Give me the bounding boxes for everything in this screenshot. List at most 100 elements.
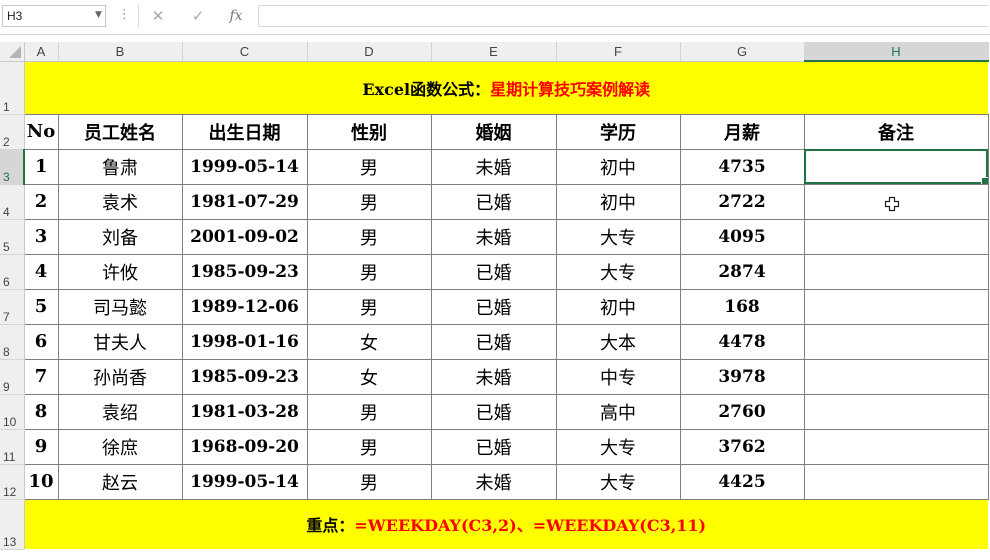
cell-no[interactable]: 6 bbox=[23, 323, 59, 360]
cell-note[interactable] bbox=[803, 253, 989, 290]
column-header-g[interactable]: G bbox=[680, 42, 805, 62]
cell-marital[interactable]: 未婚 bbox=[430, 148, 557, 185]
cell-name[interactable]: 孙尚香 bbox=[57, 358, 183, 395]
cell-gender[interactable]: 男 bbox=[306, 148, 432, 185]
cell-salary[interactable]: 4095 bbox=[679, 218, 805, 255]
column-header-b[interactable]: B bbox=[58, 42, 183, 62]
cell-no[interactable]: 10 bbox=[23, 463, 59, 500]
cell-gender[interactable]: 男 bbox=[306, 393, 432, 430]
cell-name[interactable]: 徐庶 bbox=[57, 428, 183, 465]
cell-gender[interactable]: 男 bbox=[306, 218, 432, 255]
cell-marital[interactable]: 已婚 bbox=[430, 428, 557, 465]
cell-no[interactable]: 1 bbox=[23, 148, 59, 185]
row-header-3[interactable]: 3 bbox=[0, 149, 25, 185]
cell-note[interactable] bbox=[803, 428, 989, 465]
title-cell[interactable]: Excel函数公式：星期计算技巧案例解读 bbox=[24, 61, 988, 115]
cell-salary[interactable]: 4478 bbox=[679, 323, 805, 360]
cell-birth-date[interactable]: 1998-01-16 bbox=[181, 323, 308, 360]
chevron-down-icon[interactable]: ▼ bbox=[95, 10, 102, 20]
cell-no[interactable]: 9 bbox=[23, 428, 59, 465]
cell-birth-date[interactable]: 1981-03-28 bbox=[181, 393, 308, 430]
cell-education[interactable]: 初中 bbox=[555, 148, 681, 185]
cell-marital[interactable]: 未婚 bbox=[430, 463, 557, 500]
cell-gender[interactable]: 男 bbox=[306, 183, 432, 220]
cell-education[interactable]: 大本 bbox=[555, 323, 681, 360]
active-cell-h3[interactable] bbox=[803, 148, 989, 185]
column-header-c[interactable]: C bbox=[182, 42, 308, 62]
row-header-8[interactable]: 8 bbox=[0, 324, 25, 360]
cell-name[interactable]: 许攸 bbox=[57, 253, 183, 290]
row-header-7[interactable]: 7 bbox=[0, 289, 25, 325]
column-header-h[interactable]: H bbox=[804, 42, 989, 62]
formula-input[interactable] bbox=[258, 5, 988, 27]
cell-salary[interactable]: 168 bbox=[679, 288, 805, 325]
cell-gender[interactable]: 男 bbox=[306, 288, 432, 325]
cell-birth-date[interactable]: 2001-09-02 bbox=[181, 218, 308, 255]
cell-marital[interactable]: 已婚 bbox=[430, 253, 557, 290]
cell-education[interactable]: 中专 bbox=[555, 358, 681, 395]
cell-education[interactable]: 大专 bbox=[555, 428, 681, 465]
select-all-corner[interactable] bbox=[0, 42, 25, 62]
cell-name[interactable]: 鲁肃 bbox=[57, 148, 183, 185]
cell-gender[interactable]: 男 bbox=[306, 253, 432, 290]
header-note[interactable]: 备注 bbox=[803, 113, 989, 150]
cell-education[interactable]: 大专 bbox=[555, 218, 681, 255]
cell-education[interactable]: 大专 bbox=[555, 253, 681, 290]
cell-name[interactable]: 司马懿 bbox=[57, 288, 183, 325]
cell-birth-date[interactable]: 1985-09-23 bbox=[181, 253, 308, 290]
header-birth-date[interactable]: 出生日期 bbox=[181, 113, 308, 150]
insert-function-icon[interactable]: fx bbox=[222, 5, 250, 27]
column-header-d[interactable]: D bbox=[307, 42, 432, 62]
cell-salary[interactable]: 2874 bbox=[679, 253, 805, 290]
column-header-a[interactable]: A bbox=[24, 42, 59, 62]
cell-name[interactable]: 袁术 bbox=[57, 183, 183, 220]
row-header-13[interactable]: 13 bbox=[0, 499, 25, 550]
header-education[interactable]: 学历 bbox=[555, 113, 681, 150]
cell-gender[interactable]: 男 bbox=[306, 463, 432, 500]
name-box[interactable]: H3 ▼ bbox=[2, 5, 106, 27]
row-header-5[interactable]: 5 bbox=[0, 219, 25, 255]
cell-marital[interactable]: 未婚 bbox=[430, 358, 557, 395]
cell-marital[interactable]: 已婚 bbox=[430, 183, 557, 220]
cell-no[interactable]: 2 bbox=[23, 183, 59, 220]
cell-salary[interactable]: 3978 bbox=[679, 358, 805, 395]
cell-marital[interactable]: 已婚 bbox=[430, 393, 557, 430]
cell-name[interactable]: 赵云 bbox=[57, 463, 183, 500]
header-marital[interactable]: 婚姻 bbox=[430, 113, 557, 150]
row-header-12[interactable]: 12 bbox=[0, 464, 25, 500]
cell-note[interactable] bbox=[803, 323, 989, 360]
row-header-1[interactable]: 1 bbox=[0, 61, 25, 115]
cell-salary[interactable]: 2722 bbox=[679, 183, 805, 220]
header-name[interactable]: 员工姓名 bbox=[57, 113, 183, 150]
cell-note[interactable] bbox=[803, 218, 989, 255]
cell-marital[interactable]: 未婚 bbox=[430, 218, 557, 255]
cell-gender[interactable]: 女 bbox=[306, 358, 432, 395]
cell-note[interactable] bbox=[803, 393, 989, 430]
check-icon[interactable]: ✓ bbox=[184, 5, 212, 27]
more-options-icon[interactable]: ⋮ bbox=[118, 7, 131, 22]
column-header-e[interactable]: E bbox=[431, 42, 557, 62]
cell-note[interactable] bbox=[803, 358, 989, 395]
cell-salary[interactable]: 4425 bbox=[679, 463, 805, 500]
cell-education[interactable]: 大专 bbox=[555, 463, 681, 500]
row-header-9[interactable]: 9 bbox=[0, 359, 25, 395]
row-header-6[interactable]: 6 bbox=[0, 254, 25, 290]
cell-education[interactable]: 初中 bbox=[555, 288, 681, 325]
cell-salary[interactable]: 3762 bbox=[679, 428, 805, 465]
cell-gender[interactable]: 女 bbox=[306, 323, 432, 360]
header-gender[interactable]: 性别 bbox=[306, 113, 432, 150]
row-header-10[interactable]: 10 bbox=[0, 394, 25, 430]
header-salary[interactable]: 月薪 bbox=[679, 113, 805, 150]
cell-note[interactable] bbox=[803, 463, 989, 500]
header-no[interactable]: No bbox=[23, 113, 59, 150]
row-header-2[interactable]: 2 bbox=[0, 114, 25, 150]
row-header-4[interactable]: 4 bbox=[0, 184, 25, 220]
cell-birth-date[interactable]: 1985-09-23 bbox=[181, 358, 308, 395]
row-header-11[interactable]: 11 bbox=[0, 429, 25, 465]
cell-gender[interactable]: 男 bbox=[306, 428, 432, 465]
cell-no[interactable]: 4 bbox=[23, 253, 59, 290]
cell-name[interactable]: 刘备 bbox=[57, 218, 183, 255]
cell-birth-date[interactable]: 1968-09-20 bbox=[181, 428, 308, 465]
cell-education[interactable]: 高中 bbox=[555, 393, 681, 430]
cell-no[interactable]: 3 bbox=[23, 218, 59, 255]
